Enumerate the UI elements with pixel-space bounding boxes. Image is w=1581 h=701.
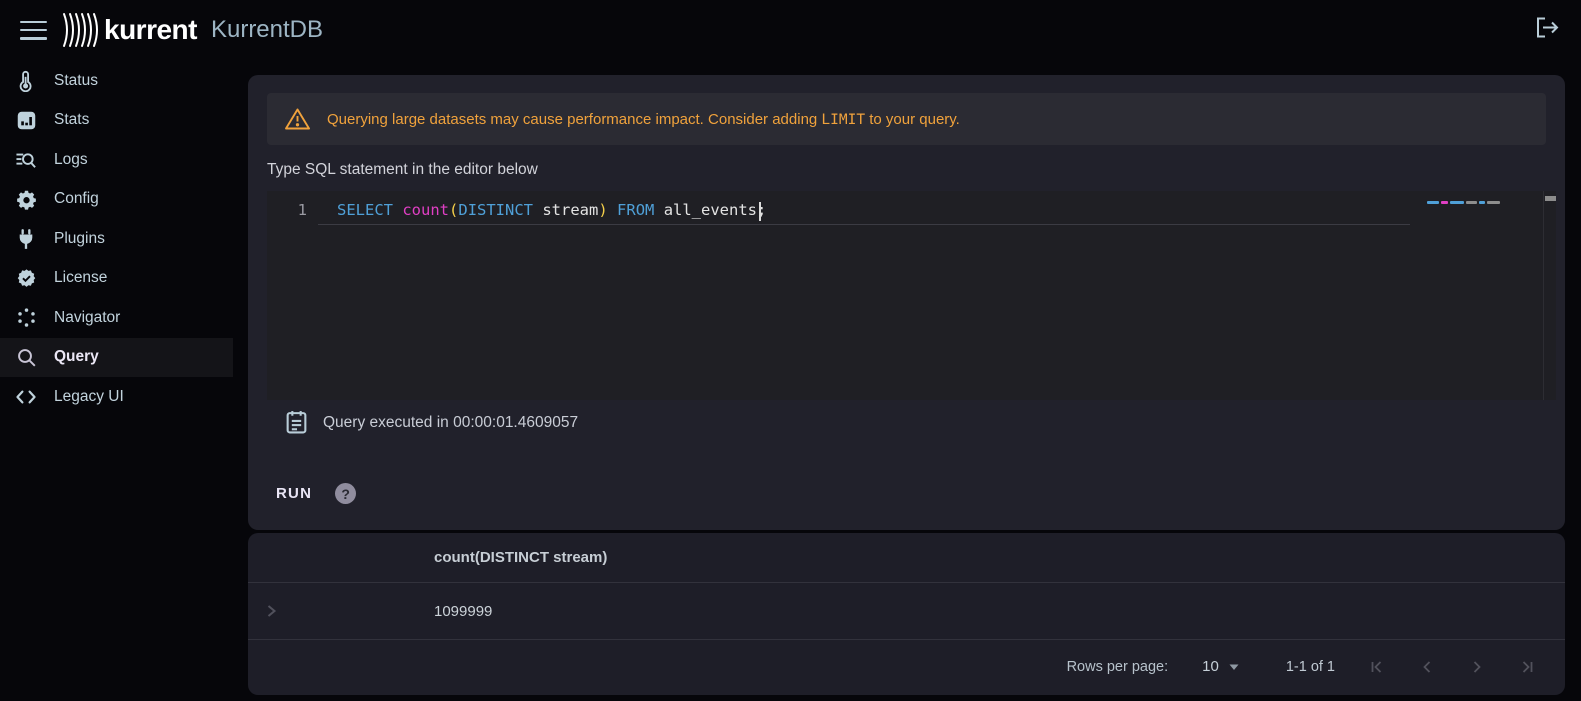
magnifier-icon xyxy=(15,346,37,368)
logout-icon[interactable] xyxy=(1534,15,1561,45)
sidebar-item-stats[interactable]: Stats xyxy=(0,101,233,141)
run-controls: RUN ? xyxy=(276,483,357,504)
sidebar-item-label: Logs xyxy=(54,150,88,168)
sql-code-editor[interactable]: 1 SELECT count(DISTINCT stream) FROM all… xyxy=(267,191,1556,400)
sidebar-item-query[interactable]: Query xyxy=(0,337,233,377)
execution-time-message: Query executed in 00:00:01.4609057 xyxy=(323,413,579,431)
code-brackets-icon xyxy=(15,386,37,408)
spinner-dots-icon xyxy=(15,307,37,329)
top-bar: kurrent KurrentDB xyxy=(0,0,1581,60)
sidebar-item-label: Legacy UI xyxy=(54,387,124,405)
previous-page-icon[interactable] xyxy=(1419,659,1435,675)
sql-token: SELECT xyxy=(337,201,393,219)
pagination-bar: Rows per page: 10 1-1 of 1 xyxy=(248,640,1565,693)
sidebar-item-license[interactable]: License xyxy=(0,259,233,299)
editor-scrollbar-thumb[interactable] xyxy=(1545,196,1556,201)
results-table: count(DISTINCT stream) 1099999 Rows per … xyxy=(248,533,1565,695)
result-cell-value: 1099999 xyxy=(434,603,493,620)
clipboard-icon xyxy=(285,410,308,435)
sql-token: FROM xyxy=(617,201,655,219)
pagination-range-label: 1-1 of 1 xyxy=(1285,658,1335,675)
sidebar-nav: Status Stats Logs Config Plugins License… xyxy=(0,61,233,417)
warning-message: Querying large datasets may cause perfor… xyxy=(327,110,960,128)
dropdown-arrow-icon xyxy=(1228,662,1240,672)
next-page-icon[interactable] xyxy=(1469,659,1485,675)
sidebar-item-label: Navigator xyxy=(54,308,121,326)
sidebar-item-label: Stats xyxy=(54,111,90,129)
execution-status-row: Query executed in 00:00:01.4609057 xyxy=(285,410,578,435)
sidebar-item-logs[interactable]: Logs xyxy=(0,140,233,180)
plug-icon xyxy=(15,228,37,250)
thermometer-icon xyxy=(15,70,37,92)
text-cursor xyxy=(759,202,761,221)
sql-code-line: SELECT count(DISTINCT stream) FROM all_e… xyxy=(337,201,767,219)
results-column-header: count(DISTINCT stream) xyxy=(248,533,1565,583)
table-row: 1099999 xyxy=(248,583,1565,640)
warning-triangle-icon xyxy=(285,108,310,130)
sidebar-item-navigator[interactable]: Navigator xyxy=(0,298,233,338)
sidebar-item-label: Query xyxy=(54,348,99,366)
rows-per-page-select[interactable]: 10 xyxy=(1202,658,1240,675)
run-button[interactable]: RUN xyxy=(276,485,312,502)
sidebar-item-config[interactable]: Config xyxy=(0,180,233,220)
sql-token: DISTINCT xyxy=(458,201,534,219)
gear-icon xyxy=(15,188,37,210)
hamburger-menu-icon[interactable] xyxy=(20,20,47,40)
brand-name: kurrent xyxy=(104,14,197,45)
performance-warning-banner: Querying large datasets may cause perfor… xyxy=(267,93,1546,145)
active-line-border xyxy=(318,224,1410,225)
first-page-icon[interactable] xyxy=(1369,659,1385,675)
license-badge-icon xyxy=(15,267,37,289)
log-search-icon xyxy=(15,149,37,171)
line-number: 1 xyxy=(297,201,307,219)
help-icon[interactable]: ? xyxy=(335,483,357,504)
sidebar-item-label: Status xyxy=(54,71,98,89)
sidebar-item-status[interactable]: Status xyxy=(0,61,233,101)
expand-row-chevron-icon[interactable] xyxy=(262,602,280,625)
sidebar-item-label: Plugins xyxy=(54,229,105,247)
sidebar-item-label: Config xyxy=(54,190,99,208)
rows-per-page-label: Rows per page: xyxy=(1066,658,1169,675)
sidebar-item-label: License xyxy=(54,269,108,287)
sidebar-item-legacy-ui[interactable]: Legacy UI xyxy=(0,377,233,417)
sql-token: count xyxy=(402,201,450,219)
sidebar-item-plugins[interactable]: Plugins xyxy=(0,219,233,259)
query-panel: Querying large datasets may cause perfor… xyxy=(248,75,1565,530)
product-title: KurrentDB xyxy=(210,16,324,43)
kurrent-logo: kurrent xyxy=(61,10,197,50)
logo-waves-icon xyxy=(63,13,98,47)
limit-keyword: LIMIT xyxy=(821,111,866,128)
last-page-icon[interactable] xyxy=(1519,659,1535,675)
bar-chart-icon xyxy=(15,109,37,131)
editor-hint-label: Type SQL statement in the editor below xyxy=(267,161,538,178)
editor-scrollbar-track xyxy=(1543,191,1544,400)
rows-per-page-value: 10 xyxy=(1202,658,1219,675)
editor-minimap[interactable] xyxy=(1427,201,1500,204)
